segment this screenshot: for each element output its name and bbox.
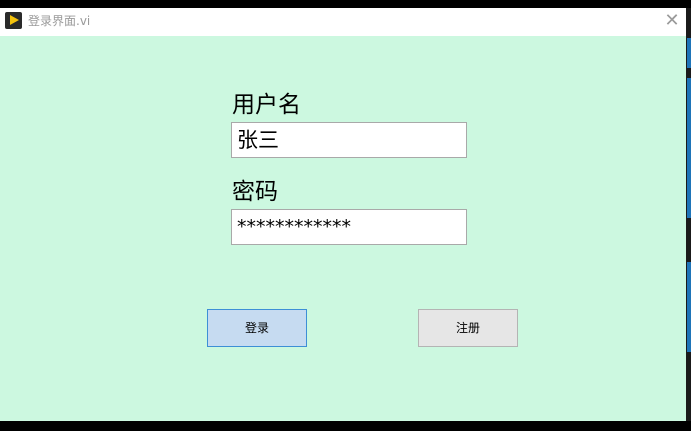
window-title: 登录界面.vi (28, 14, 91, 28)
edge-stripe-bottom (687, 262, 691, 352)
screen: 登录界面.vi ✕ 用户名 张三 密码 ************ 登录 注册 (0, 0, 691, 431)
edge-stripe-top (687, 38, 691, 68)
username-input[interactable]: 张三 (231, 122, 467, 158)
register-button[interactable]: 注册 (418, 309, 518, 347)
login-button[interactable]: 登录 (207, 309, 307, 347)
username-label: 用户名 (232, 92, 301, 118)
top-black-bar (0, 0, 691, 8)
password-input[interactable]: ************ (231, 209, 467, 245)
close-icon[interactable]: ✕ (662, 11, 682, 31)
login-window: 登录界面.vi ✕ 用户名 张三 密码 ************ 登录 注册 (0, 8, 686, 421)
labview-run-arrow-icon (5, 12, 22, 29)
password-label: 密码 (232, 179, 278, 205)
bottom-black-bar (0, 421, 691, 431)
edge-stripe-middle (687, 78, 691, 218)
title-bar[interactable]: 登录界面.vi ✕ (0, 8, 686, 36)
